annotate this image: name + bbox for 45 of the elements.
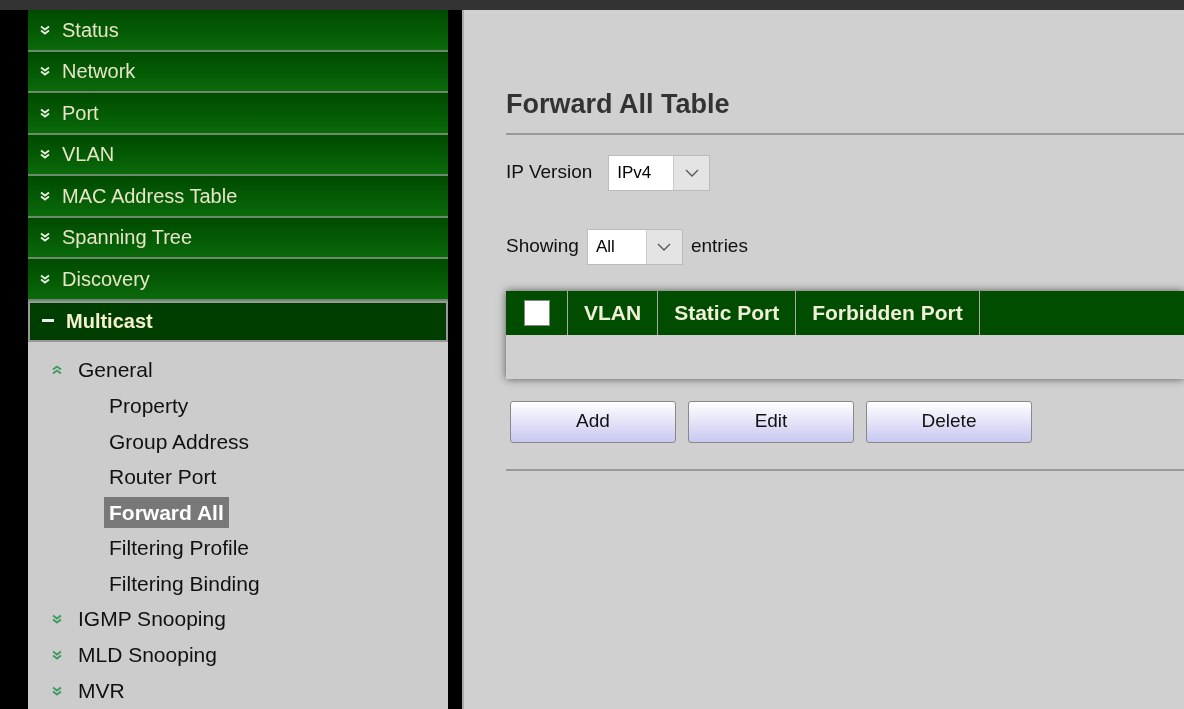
chevron-down-icon [52, 614, 62, 624]
column-header: Forbidden Port [796, 290, 980, 335]
chevron-up-icon [52, 365, 62, 375]
field-label: Showing [506, 234, 579, 259]
chevron-down-icon [657, 242, 672, 251]
minus-icon [42, 319, 54, 324]
menu-item[interactable]: Filtering Binding [104, 567, 265, 599]
field-label: IP Version [506, 160, 593, 185]
chevron-down-icon [40, 149, 50, 160]
chevron-down-icon [40, 107, 50, 118]
menu-item[interactable]: IGMP Snooping [78, 603, 226, 635]
menu-item[interactable]: Port [28, 93, 448, 135]
menu-item[interactable]: Property [104, 390, 194, 422]
chevron-down-icon [684, 168, 699, 177]
menu-item[interactable]: Forward All [104, 496, 229, 528]
menu-item[interactable]: General [78, 354, 153, 386]
chevron-down-icon [40, 232, 50, 243]
entries-select[interactable]: All [586, 228, 683, 265]
field-label: entries [690, 234, 748, 259]
column-header: Static Port [658, 290, 797, 335]
chevron-down-icon [52, 650, 62, 660]
ip-version-select[interactable]: IPv4 [608, 154, 711, 191]
action-button[interactable]: Delete [866, 400, 1032, 443]
menu-item[interactable]: Router Port [104, 461, 222, 493]
menu-item[interactable]: Status [28, 10, 448, 52]
column-header: VLAN [568, 290, 659, 335]
menu-item[interactable]: MVR [78, 675, 125, 707]
menu-item[interactable]: Filtering Profile [104, 532, 255, 564]
menu-item[interactable]: Discovery [28, 259, 448, 301]
menu-item[interactable]: Network [28, 51, 448, 93]
select-all-checkbox[interactable] [523, 299, 550, 326]
menu-item[interactable]: VLAN [28, 134, 448, 176]
menu-item[interactable]: Multicast [28, 300, 448, 342]
menu-item[interactable]: MAC Address Table [28, 176, 448, 218]
page-title: Forward All Table [506, 88, 731, 121]
chevron-down-icon [40, 190, 50, 201]
chevron-down-icon [40, 273, 50, 284]
action-button[interactable]: Edit [688, 400, 854, 443]
action-button[interactable]: Add [510, 400, 676, 443]
menu-item[interactable]: Spanning Tree [28, 217, 448, 259]
chevron-down-icon [40, 24, 50, 35]
chevron-down-icon [52, 686, 62, 696]
chevron-down-icon [40, 66, 50, 77]
menu-item[interactable]: MLD Snooping [78, 639, 217, 671]
menu-item[interactable]: Group Address [104, 425, 255, 457]
